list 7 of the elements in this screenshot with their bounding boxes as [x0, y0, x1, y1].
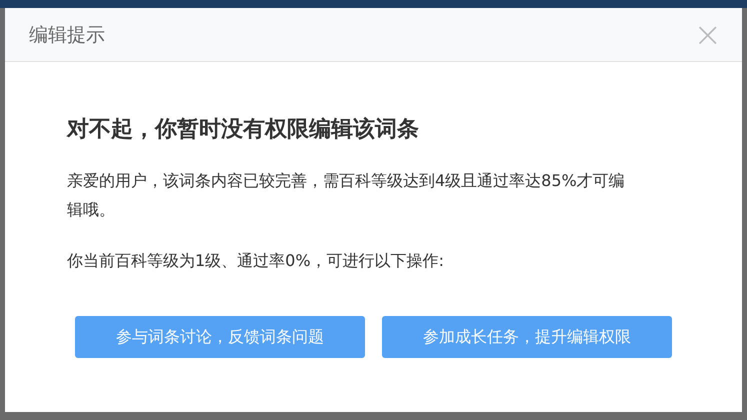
dialog-heading: 对不起，你暂时没有权限编辑该词条: [67, 116, 420, 144]
close-button[interactable]: ×: [694, 18, 722, 52]
message-text: 亲爱的用户，该词条内容已较完善，需百科等级达到4级且通过率达85%才可编辑哦。: [67, 170, 626, 221]
action-button[interactable]: 参与词条讨论，反馈词条问题: [75, 316, 365, 358]
action-button[interactable]: 参加成长任务，提升编辑权限: [382, 316, 672, 358]
dialog-title: 编辑提示: [29, 22, 105, 48]
status-text: 你当前百科等级为1级、通过率0%，可进行以下操作:: [67, 250, 445, 272]
